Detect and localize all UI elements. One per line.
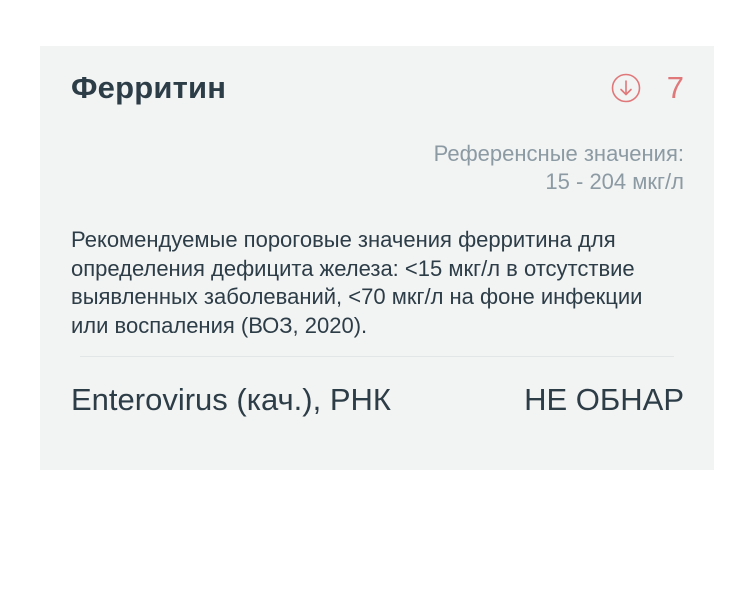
result-value: НЕ ОБНАР xyxy=(524,382,684,417)
arrow-down-circle-icon xyxy=(611,73,641,103)
analyte-name: Ферритин xyxy=(71,70,227,105)
reference-range: 15 - 204 мкг/л xyxy=(545,169,684,194)
analyte-name: Enterovirus (кач.), РНК xyxy=(71,382,391,417)
analysis-result-card: Ферритин 7 Референсные значения: 15 - 20… xyxy=(40,46,714,470)
result-value-low: 7 xyxy=(666,70,684,105)
analyte-note: Рекомендуемые пороговые значения феррити… xyxy=(71,227,643,338)
reference-values: Референсные значения: 15 - 204 мкг/л xyxy=(434,140,684,196)
analyte-row-enterovirus[interactable]: Enterovirus (кач.), РНК НЕ ОБНАР xyxy=(71,380,684,420)
result-wrap: 7 xyxy=(611,70,684,106)
reference-label: Референсные значения: xyxy=(433,141,684,166)
divider xyxy=(80,356,674,357)
analyte-row-ferritin[interactable]: Ферритин 7 xyxy=(71,68,684,108)
